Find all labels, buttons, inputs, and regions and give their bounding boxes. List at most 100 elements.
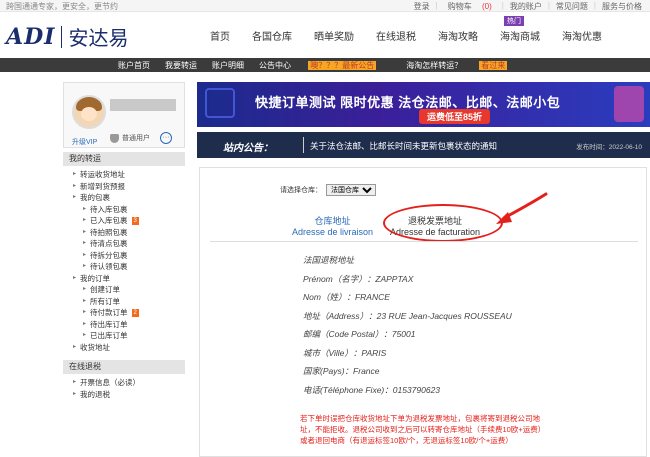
sidebar-forwarding-item[interactable]: ▸ 待入库包裹 — [73, 204, 185, 216]
chat-icon[interactable]: ··· — [160, 132, 172, 144]
logo-cn: 安达易 — [68, 26, 129, 50]
banner-discount-pill: 运费低至85折 — [419, 109, 491, 124]
site-logo[interactable]: ADI 安达易 — [6, 22, 128, 51]
nav-home[interactable]: 首页 — [210, 28, 230, 43]
sidebar-tax-item[interactable]: ▸ 我的退税 — [73, 389, 185, 401]
nav-mall[interactable]: 海淘商城 — [500, 28, 540, 43]
shield-icon — [110, 133, 119, 143]
banner-title: 快捷订单测试 限时优惠 法仓法邮、比邮、法邮小包 — [255, 95, 561, 110]
username-redacted — [110, 99, 176, 111]
login-link[interactable]: 登录 — [410, 1, 434, 12]
top-bar: 跨国通通专家，更安全，更节约 登录 | 购物车 (0) | 我的账户 | 常见问题 | … — [0, 0, 650, 12]
cart-link[interactable]: 购物车 (0) — [440, 1, 500, 12]
cart-count: (0) — [481, 2, 492, 11]
count-badge: 2 — [131, 308, 139, 317]
warning-text: 若下单时误把仓库收货地址下单为退税发票地址，包裹将寄到退税公司地址，不能拒收。退… — [300, 414, 546, 445]
service-pricing-link[interactable]: 服务与价格 — [598, 1, 646, 12]
look-here-tag[interactable]: 看过来 — [479, 61, 508, 70]
sidebar-forwarding-item-label: 已入库包裹 — [90, 216, 128, 225]
address-panel: 请选择仓库： 法国仓库 仓库地址 Adresse de livraison 退税… — [199, 167, 647, 457]
chevron-right-icon: ▸ — [73, 379, 77, 385]
sidebar-forwarding-item[interactable]: ▸ 待付款订单 2 — [73, 307, 185, 319]
address-line: 国家(Pays)：France — [303, 366, 380, 376]
latest-notice-tag[interactable]: 噢？？？最新公告 — [308, 61, 377, 70]
chevron-right-icon: ▸ — [73, 274, 77, 281]
user-profile: 升级VIP 普通用户 ··· — [63, 82, 185, 148]
address-line: 邮编（Code Postal）：75001 — [303, 329, 416, 339]
annotation-arrow-icon — [496, 192, 548, 224]
chevron-right-icon: ▸ — [83, 228, 87, 235]
sidebar-forwarding-item-label: 待出库订单 — [90, 319, 128, 329]
faq-link[interactable]: 常见问题 — [552, 1, 592, 12]
sidebar-forwarding-item-label: 转运收货地址 — [80, 170, 126, 179]
sidebar-tax-item[interactable]: ▸ 开票信息（必读） — [73, 377, 185, 389]
warehouse-selector: 请选择仓库： 法国仓库 — [280, 184, 376, 196]
sidebar-forwarding-item-label: 待付款订单 — [90, 308, 128, 317]
sidebar-forwarding-item[interactable]: ▸ 收货地址 — [73, 342, 185, 354]
sidebar-forwarding-item[interactable]: ▸ 创建订单 — [73, 284, 185, 296]
nav-deals[interactable]: 海淘优惠 — [562, 28, 602, 43]
forwarding-menu: ▸ 转运收货地址 ▸ 新增到货预报 ▸ 我的包裹 ▸ 待入库包裹 ▸ 已入库包裹 3 ▸ 待拍照包裹 ▸ 待… — [63, 166, 185, 356]
promo-banner[interactable]: 快捷订单测试 限时优惠 法仓法邮、比邮、法邮小包 运费低至85折 — [197, 82, 650, 127]
avatar[interactable] — [72, 95, 106, 129]
sidebar-forwarding-item-label: 待入库包裹 — [90, 204, 128, 214]
chevron-right-icon: ▸ — [83, 286, 87, 292]
sidebar-forwarding-item[interactable]: ▸ 新增到货预报 — [73, 181, 185, 193]
chevron-right-icon: ▸ — [73, 182, 77, 189]
sidebar-forwarding-item[interactable]: ▸ 待拍照包裹 — [73, 227, 185, 239]
tab-shipping-address[interactable]: 仓库地址 Adresse de livraison — [292, 216, 373, 238]
sidebar-forwarding-item-label: 待清点包裹 — [90, 239, 128, 248]
sidebar-forwarding-item-label: 待拍照包裹 — [90, 227, 128, 237]
header: ADI 安达易 首页 各国仓库 晒单奖励 在线退税 海淘攻略 海淘商城 海淘优惠… — [0, 12, 650, 58]
subnav-account-home[interactable]: 账户首页 — [118, 60, 150, 71]
sidebar-forwarding-item-label: 收货地址 — [80, 342, 111, 352]
sidebar-forwarding-item-label: 新增到货预报 — [80, 181, 126, 191]
sidebar-tax-item-label: 我的退税 — [80, 389, 111, 399]
sidebar-forwarding-item[interactable]: ▸ 待认领包裹 — [73, 261, 185, 273]
notice-link[interactable]: 关于法仓法邮、比邮长时间未更新包裹状态的通知 — [310, 140, 497, 152]
address-line: 电话(Téléphone Fixe)：0153790623 — [303, 384, 441, 395]
hot-badge: 热门 — [504, 16, 524, 26]
chevron-right-icon: ▸ — [73, 171, 77, 177]
nav-guides[interactable]: 海淘攻略 — [438, 28, 478, 43]
subnav-how-to[interactable]: 海淘怎样转运？ 看过来 — [406, 60, 522, 71]
sidebar-forwarding-item[interactable]: ▸ 已入库包裹 3 — [73, 215, 185, 227]
subnav-account-details[interactable]: 账户明细 — [212, 60, 244, 71]
banner-decoration-right — [614, 86, 644, 122]
sidebar-forwarding-item[interactable]: ▸ 我的包裹 — [73, 192, 185, 204]
chevron-right-icon: ▸ — [73, 390, 77, 397]
notice-time: 发布时间：2022-06-10 — [576, 144, 642, 151]
section-tax-refund: 在线退税 — [63, 360, 185, 374]
sidebar-forwarding-item-label: 待认领包裹 — [90, 262, 128, 271]
sidebar-forwarding-item[interactable]: ▸ 转运收货地址 — [73, 169, 185, 181]
sidebar-forwarding-item-label: 我的订单 — [80, 273, 111, 283]
chevron-right-icon: ▸ — [83, 251, 87, 258]
sidebar-forwarding-item[interactable]: ▸ 待出库订单 — [73, 319, 185, 331]
sidebar-forwarding-item-label: 所有订单 — [90, 296, 121, 306]
main-nav: 首页 各国仓库 晒单奖励 在线退税 海淘攻略 海淘商城 海淘优惠 — [210, 28, 624, 43]
sidebar-forwarding-item[interactable]: ▸ 已出库订单 — [73, 330, 185, 342]
subnav-announcements[interactable]: 公告中心 噢？？？最新公告 — [259, 60, 391, 71]
upgrade-vip-link[interactable]: 升级VIP — [72, 137, 97, 147]
address-line: Nom（姓）：FRANCE — [303, 292, 390, 302]
my-account-link[interactable]: 我的账户 — [506, 1, 546, 12]
address-line: 城市（Ville）：PARIS — [303, 347, 387, 358]
logo-en: ADI — [6, 23, 56, 50]
sidebar-forwarding-item[interactable]: ▸ 待拆分包裹 — [73, 250, 185, 262]
account-subnav: 账户首页 我要转运 账户明细 公告中心 噢？？？最新公告 海淘怎样转运？ 看过来 — [0, 58, 650, 72]
chevron-right-icon: ▸ — [83, 205, 87, 212]
chevron-right-icon: ▸ — [83, 297, 87, 304]
nav-share-rewards[interactable]: 晒单奖励 — [314, 28, 354, 43]
tax-refund-menu: ▸ 开票信息（必读） ▸ 我的退税 — [63, 374, 185, 403]
sidebar-forwarding-item[interactable]: ▸ 所有订单 — [73, 296, 185, 308]
chevron-right-icon: ▸ — [73, 343, 77, 350]
sidebar-forwarding-item[interactable]: ▸ 我的订单 — [73, 273, 185, 285]
chevron-right-icon: ▸ — [83, 309, 87, 315]
nav-tax-refund[interactable]: 在线退税 — [376, 28, 416, 43]
nav-warehouses[interactable]: 各国仓库 — [252, 28, 292, 43]
subnav-forward[interactable]: 我要转运 — [165, 60, 197, 71]
address-line: 地址（Address）：23 RUE Jean-Jacques ROUSSEAU — [303, 310, 512, 321]
sidebar-forwarding-item[interactable]: ▸ 待清点包裹 — [73, 238, 185, 250]
sidebar-forwarding-item-label: 已出库订单 — [90, 331, 128, 340]
warehouse-select[interactable]: 法国仓库 — [326, 184, 376, 196]
